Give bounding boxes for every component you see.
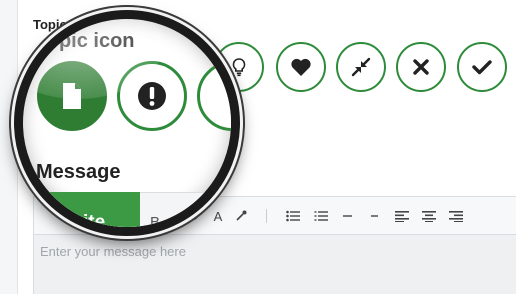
topic-icon-check[interactable] <box>457 42 507 92</box>
message-textarea[interactable]: Enter your message here <box>34 235 516 294</box>
bold-icon[interactable]: B <box>150 214 160 227</box>
left-sidebar-strip <box>0 0 18 294</box>
topic-icon-compress[interactable] <box>336 42 386 92</box>
topic-icon-times[interactable] <box>396 42 446 92</box>
magnifier-lens: Topic icon Message Write B <box>14 10 240 236</box>
outdent-icon[interactable] <box>339 208 357 224</box>
numbered-list-icon[interactable] <box>312 208 330 224</box>
message-placeholder: Enter your message here <box>40 244 186 259</box>
heart-icon <box>291 58 311 76</box>
compress-icon <box>351 57 371 77</box>
bulleted-list-icon[interactable] <box>284 208 302 224</box>
eyedropper-icon[interactable] <box>232 208 250 224</box>
topic-icon-exclamation[interactable] <box>117 61 187 131</box>
check-icon <box>472 60 492 75</box>
lightbulb-icon <box>232 58 246 77</box>
align-center-icon[interactable] <box>420 208 438 224</box>
topic-icon-document[interactable] <box>37 61 107 131</box>
topic-icon-heart[interactable] <box>276 42 326 92</box>
align-right-icon[interactable] <box>447 208 465 224</box>
message-label: Message <box>36 161 121 183</box>
exclamation-icon <box>138 82 166 110</box>
toolbar-divider <box>266 209 267 223</box>
align-left-icon[interactable] <box>393 208 411 224</box>
times-icon <box>413 59 429 75</box>
file-icon <box>63 83 81 109</box>
indent-icon[interactable] <box>366 208 384 224</box>
lens-topic-icon-heading: Topic icon <box>36 30 135 52</box>
